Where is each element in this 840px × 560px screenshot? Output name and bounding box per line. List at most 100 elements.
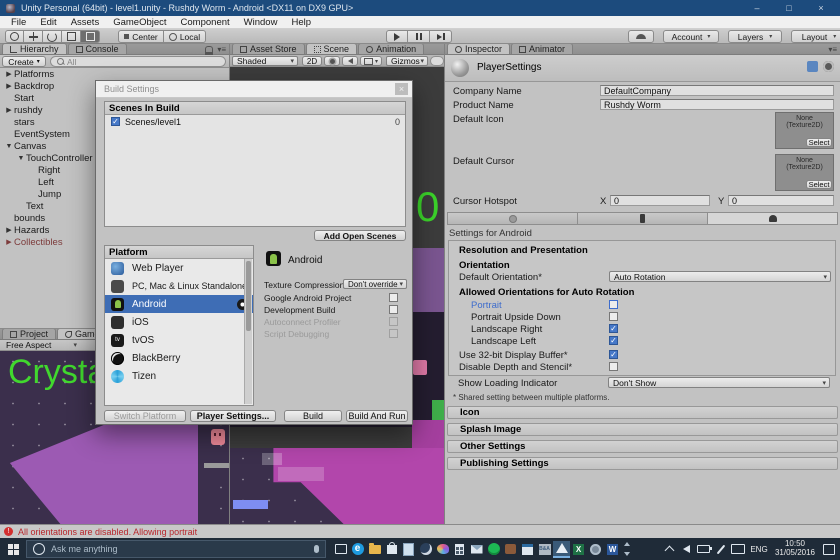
foldout-closed-icon[interactable]: ▶ xyxy=(4,82,14,90)
help-book-icon[interactable] xyxy=(807,61,818,72)
step-button[interactable] xyxy=(430,30,452,43)
taskbar-calculator[interactable] xyxy=(451,541,468,558)
taskbar-mail[interactable] xyxy=(468,541,485,558)
platform-row-tvos[interactable]: tvtvOS xyxy=(105,331,253,349)
taskbar-store[interactable] xyxy=(383,541,400,558)
section-splash-image[interactable]: Splash Image xyxy=(447,423,838,436)
platform-tab-ios[interactable] xyxy=(578,212,708,225)
tab-scene[interactable]: Scene xyxy=(306,44,358,54)
texture-compression-dropdown[interactable]: Don't override xyxy=(343,279,407,289)
tab-animation[interactable]: Animation xyxy=(358,44,424,54)
taskbar-app-round[interactable] xyxy=(587,541,604,558)
status-bar[interactable]: ! All orientations are disabled. Allowin… xyxy=(0,524,840,538)
use32-checkbox[interactable]: ✓ xyxy=(609,350,618,359)
taskbar-steam[interactable] xyxy=(417,541,434,558)
task-view-button[interactable] xyxy=(332,541,349,558)
tray-language[interactable]: ENG xyxy=(746,541,772,558)
dialog-close-button[interactable]: × xyxy=(395,83,408,95)
player-settings-button[interactable]: Player Settings... xyxy=(190,410,276,422)
show-loading-dropdown[interactable]: Don't Show xyxy=(608,377,830,388)
foldout-closed-icon[interactable]: ▶ xyxy=(4,238,14,246)
2d-toggle-button[interactable]: 2D xyxy=(302,56,322,66)
menu-edit[interactable]: Edit xyxy=(33,17,63,28)
aspect-ratio-dropdown[interactable]: Free Aspect xyxy=(2,340,80,350)
foldout-closed-icon[interactable]: ▶ xyxy=(4,226,14,234)
layers-dropdown[interactable]: Layers▾ xyxy=(728,30,782,43)
section-other-settings[interactable]: Other Settings xyxy=(447,440,838,453)
rect-tool-button[interactable] xyxy=(81,30,100,43)
platform-row-blackberry[interactable]: BlackBerry xyxy=(105,349,253,367)
platform-scrollbar[interactable] xyxy=(244,259,252,404)
build-and-run-button[interactable]: Build And Run xyxy=(346,410,408,422)
effects-dropdown[interactable]: ▾ xyxy=(360,56,382,66)
scene-list-row[interactable]: ✓ Scenes/level1 0 xyxy=(105,115,405,128)
panel-menu-icon[interactable]: ▾≡ xyxy=(828,45,837,54)
tab-asset-store[interactable]: Asset Store xyxy=(232,44,305,54)
tree-item[interactable]: ▶Platforms xyxy=(0,68,228,80)
default-cursor-slot[interactable]: None(Texture2D) Select xyxy=(775,154,834,191)
platform-row-android[interactable]: Android xyxy=(105,295,253,313)
cloud-button[interactable] xyxy=(628,30,654,43)
taskbar-edge[interactable]: e xyxy=(349,541,366,558)
scroll-up-icon[interactable] xyxy=(624,542,630,546)
platform-tab-android[interactable] xyxy=(708,212,838,225)
taskbar-file-explorer[interactable] xyxy=(366,541,383,558)
section-icon[interactable]: Icon xyxy=(447,406,838,419)
platform-row-ios[interactable]: iOS xyxy=(105,313,253,331)
tray-keyboard[interactable] xyxy=(729,541,746,558)
layout-dropdown[interactable]: Layout▾ xyxy=(791,30,840,43)
disable-depth-checkbox[interactable] xyxy=(609,362,618,371)
audio-toggle-button[interactable] xyxy=(342,56,358,66)
tab-project[interactable]: Project xyxy=(2,328,56,339)
panel-menu-icon[interactable]: ▾≡ xyxy=(217,45,226,54)
taskbar-game-app[interactable] xyxy=(502,541,519,558)
scene-checkbox[interactable]: ✓ xyxy=(111,117,120,126)
move-tool-button[interactable] xyxy=(24,30,43,43)
company-name-field[interactable]: DefaultCompany xyxy=(600,85,834,96)
pivot-local-button[interactable]: Local xyxy=(164,30,206,43)
product-name-field[interactable]: Rushdy Worm xyxy=(600,99,834,110)
rotate-tool-button[interactable] xyxy=(43,30,62,43)
minimize-button[interactable]: – xyxy=(744,1,770,15)
taskbar-excel[interactable]: X xyxy=(570,541,587,558)
portrait-upside-checkbox[interactable] xyxy=(609,312,618,321)
scene-search-input[interactable] xyxy=(430,56,444,66)
scale-tool-button[interactable] xyxy=(62,30,81,43)
cortana-search-input[interactable]: Ask me anything xyxy=(26,540,326,558)
hierarchy-search-input[interactable]: All xyxy=(50,56,226,67)
menu-component[interactable]: Component xyxy=(174,17,237,28)
tab-hierarchy[interactable]: Hierarchy xyxy=(2,43,67,54)
lighting-toggle-button[interactable] xyxy=(324,56,340,66)
taskbar-paint[interactable] xyxy=(434,541,451,558)
pause-button[interactable] xyxy=(408,30,430,43)
taskbar-notepad[interactable] xyxy=(400,541,417,558)
portrait-checkbox[interactable] xyxy=(609,300,618,309)
play-button[interactable] xyxy=(386,30,408,43)
platform-tab-web[interactable] xyxy=(447,212,578,225)
taskbar-spotify[interactable] xyxy=(485,541,502,558)
tab-inspector[interactable]: Inspector xyxy=(447,44,510,54)
tray-volume[interactable] xyxy=(678,541,695,558)
tray-clock[interactable]: 10:50 31/05/2016 xyxy=(772,540,818,558)
taskbar-calendar[interactable] xyxy=(519,541,536,558)
scroll-down-icon[interactable] xyxy=(624,552,630,556)
tab-console[interactable]: Console xyxy=(68,43,127,54)
pan-tool-button[interactable] xyxy=(5,30,24,43)
development-build-checkbox[interactable] xyxy=(389,305,398,314)
section-publishing-settings[interactable]: Publishing Settings xyxy=(447,457,838,470)
default-orientation-dropdown[interactable]: Auto Rotation xyxy=(609,271,831,282)
taskbar-scroll-arrows[interactable] xyxy=(621,540,633,558)
tab-animator[interactable]: Animator xyxy=(511,44,573,54)
menu-help[interactable]: Help xyxy=(284,17,318,28)
foldout-closed-icon[interactable]: ▶ xyxy=(4,106,14,114)
start-button[interactable] xyxy=(0,541,26,558)
tray-chevron[interactable] xyxy=(661,541,678,558)
platform-row-standalone[interactable]: PC, Mac & Linux Standalone xyxy=(105,277,253,295)
menu-assets[interactable]: Assets xyxy=(64,17,107,28)
landscape-right-checkbox[interactable]: ✓ xyxy=(609,324,618,333)
create-button[interactable]: Create▾ xyxy=(2,56,46,67)
default-cursor-select-button[interactable]: Select xyxy=(806,180,832,189)
platform-row-tizen[interactable]: Tizen xyxy=(105,367,253,385)
close-button[interactable]: × xyxy=(808,1,834,15)
pivot-center-button[interactable]: Center xyxy=(118,30,164,43)
